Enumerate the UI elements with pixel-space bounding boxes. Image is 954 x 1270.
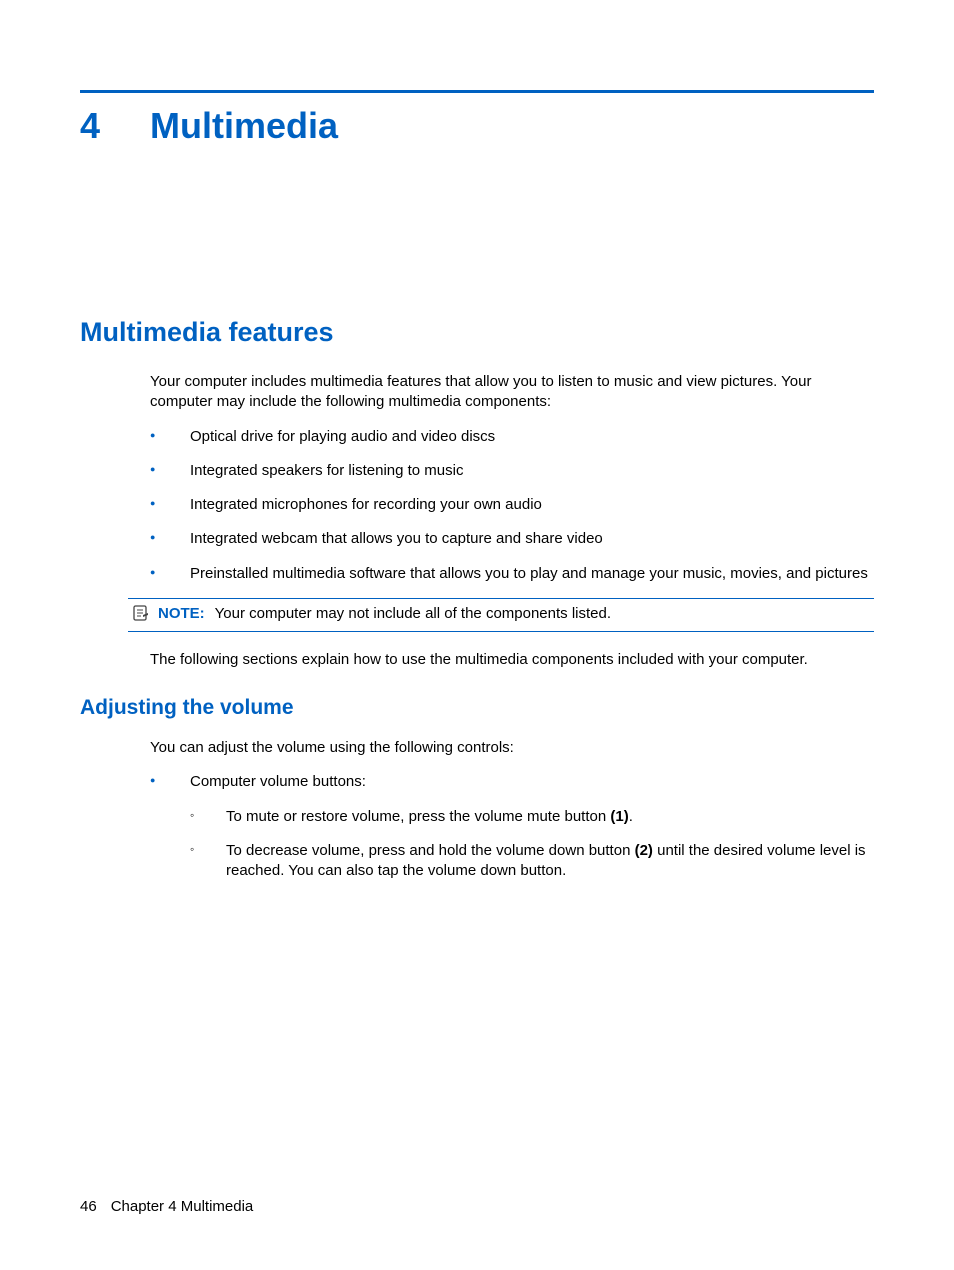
section-heading-multimedia-features: Multimedia features xyxy=(80,317,874,348)
page-number: 46 xyxy=(80,1198,97,1215)
list-item: Integrated microphones for recording you… xyxy=(150,495,874,515)
note-label: NOTE: xyxy=(158,605,205,622)
list-item: Integrated speakers for listening to mus… xyxy=(150,461,874,481)
page-footer: 46 Chapter 4 Multimedia xyxy=(80,1198,253,1215)
sub-bullet-list: To mute or restore volume, press the vol… xyxy=(190,807,874,882)
section1-bullet-list: Optical drive for playing audio and vide… xyxy=(150,427,874,584)
chapter-top-rule xyxy=(80,90,874,93)
bullet-text: Computer volume buttons: xyxy=(190,773,366,790)
sub-text-bold: (2) xyxy=(635,842,653,859)
chapter-number: 4 xyxy=(80,105,150,147)
section2-bullet-list: Computer volume buttons: To mute or rest… xyxy=(150,772,874,881)
note-icon xyxy=(132,605,150,626)
sub-text-post: . xyxy=(629,808,633,825)
list-item: Preinstalled multimedia software that al… xyxy=(150,564,874,584)
note-body: NOTE: Your computer may not include all o… xyxy=(158,604,611,624)
sub-list-item: To mute or restore volume, press the vol… xyxy=(190,807,874,827)
sub-text-pre: To decrease volume, press and hold the v… xyxy=(226,842,635,859)
list-item: Optical drive for playing audio and vide… xyxy=(150,427,874,447)
sub-list-item: To decrease volume, press and hold the v… xyxy=(190,841,874,882)
sub-text-bold: (1) xyxy=(610,808,628,825)
section-heading-adjusting-volume: Adjusting the volume xyxy=(80,696,874,720)
sub-text-pre: To mute or restore volume, press the vol… xyxy=(226,808,610,825)
chapter-title-text: Multimedia xyxy=(150,105,338,146)
footer-chapter-label: Chapter 4 Multimedia xyxy=(111,1198,254,1215)
chapter-heading: 4Multimedia xyxy=(80,105,874,147)
section1-intro: Your computer includes multimedia featur… xyxy=(150,372,874,413)
note-text: Your computer may not include all of the… xyxy=(215,605,611,622)
note-callout: NOTE: Your computer may not include all o… xyxy=(128,598,874,632)
list-item: Computer volume buttons: To mute or rest… xyxy=(150,772,874,881)
section1-after-note: The following sections explain how to us… xyxy=(150,650,874,670)
list-item: Integrated webcam that allows you to cap… xyxy=(150,529,874,549)
section2-intro: You can adjust the volume using the foll… xyxy=(150,738,874,758)
